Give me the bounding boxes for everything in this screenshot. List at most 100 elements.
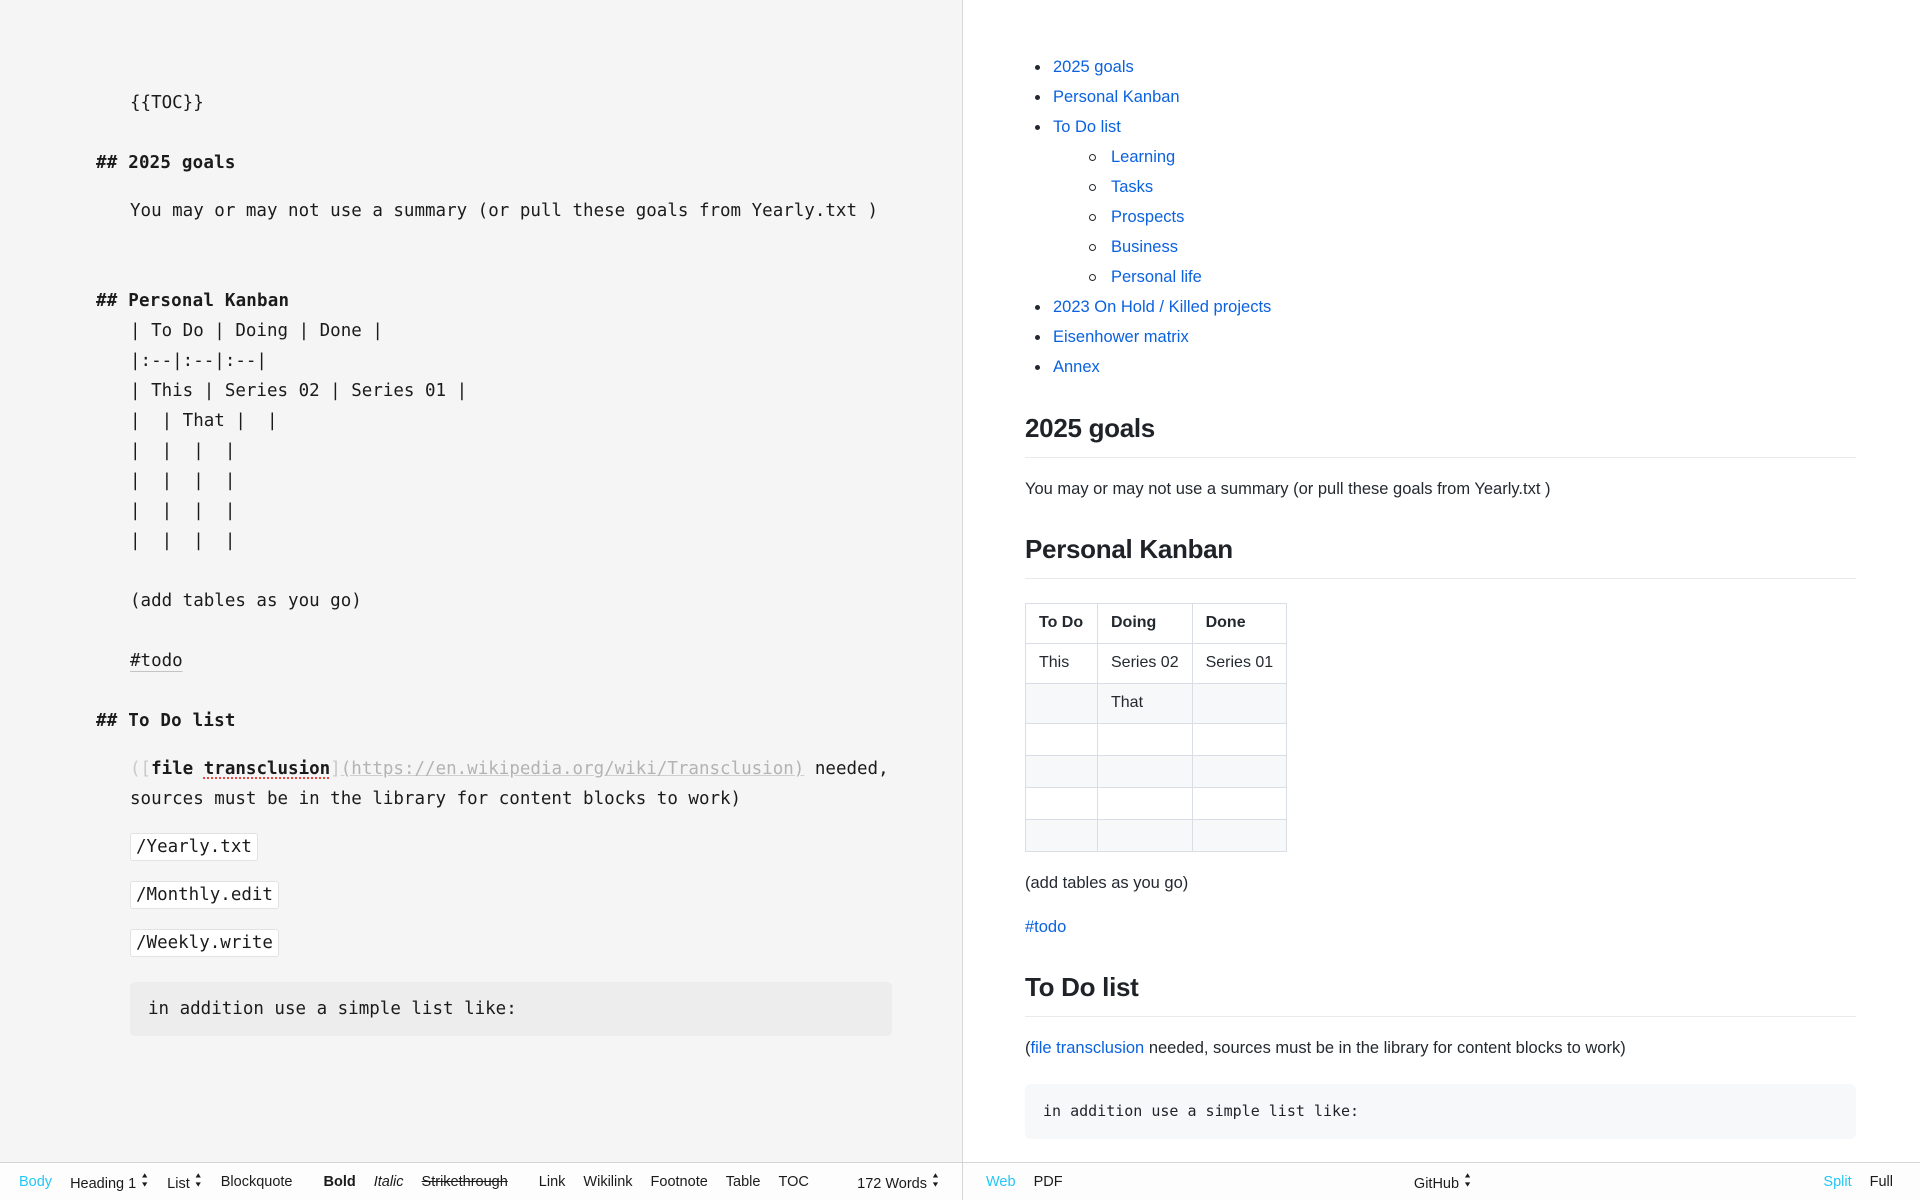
chevron-updown-icon: ▲▼ [931, 1171, 940, 1189]
toolbar-bold-button[interactable]: Bold [315, 1174, 365, 1190]
preview-pdf-button[interactable]: PDF [1025, 1174, 1072, 1190]
toc-link-to-do-list[interactable]: To Do list [1053, 118, 1121, 136]
editor-blank-line [96, 958, 892, 976]
toolbar-table-button[interactable]: Table [717, 1174, 770, 1190]
toc-link-annex[interactable]: Annex [1053, 358, 1100, 376]
toc-link-eisenhower-matrix[interactable]: Eisenhower matrix [1053, 328, 1189, 346]
toolbar-link-button[interactable]: Link [530, 1174, 575, 1190]
toc-link-business[interactable]: Business [1111, 238, 1178, 256]
editor-line-tag-todo[interactable]: #todo [96, 646, 892, 676]
preview-web-button[interactable]: Web [977, 1174, 1025, 1190]
toc-item[interactable]: Personal Kanban [1025, 82, 1856, 112]
editor-code-block[interactable]: in addition use a simple list like: [130, 982, 892, 1036]
word-count-dropdown[interactable]: 172 Words▲▼ [848, 1172, 949, 1192]
editor-toolbar: Body Heading 1▲▼ List▲▼ Blockquote Bold … [0, 1163, 963, 1200]
table-row: This Series 02 Series 01 [1026, 643, 1287, 683]
toolbar-wikilink-button[interactable]: Wikilink [574, 1174, 641, 1190]
editor-blank-line [96, 676, 892, 706]
editor-line-file-weekly[interactable]: /Weekly.write [96, 928, 892, 958]
preview-content: 2025 goals Personal Kanban To Do list Le… [963, 0, 1920, 1162]
editor-blank-line [96, 814, 892, 832]
task-list-item[interactable]: to do [1025, 1159, 1856, 1162]
toc-subitem[interactable]: Personal life [1053, 262, 1856, 292]
editor-blank-line [96, 616, 892, 646]
chevron-updown-icon: ▲▼ [194, 1171, 203, 1189]
editor-line-heading-to-do-list[interactable]: ## To Do list [96, 706, 892, 736]
layout-full-button[interactable]: Full [1861, 1174, 1902, 1190]
toc-item[interactable]: Eisenhower matrix [1025, 322, 1856, 352]
editor-line-heading-personal-kanban[interactable]: ## Personal Kanban [96, 286, 892, 316]
toc-subitem[interactable]: Learning [1053, 142, 1856, 172]
toc-link-tasks[interactable]: Tasks [1111, 178, 1153, 196]
toc-subitem[interactable]: Tasks [1053, 172, 1856, 202]
table-of-contents: 2025 goals Personal Kanban To Do list Le… [1025, 52, 1856, 382]
editor-line-table-row-4[interactable]: | | | | [96, 466, 892, 496]
toolbar-heading-dropdown[interactable]: Heading 1▲▼ [61, 1172, 158, 1192]
editor-line-table-row-1[interactable]: | This | Series 02 | Series 01 | [96, 376, 892, 406]
table-cell [1026, 683, 1098, 723]
toc-link-prospects[interactable]: Prospects [1111, 208, 1184, 226]
table-row [1026, 787, 1287, 819]
toc-link-personal-life[interactable]: Personal life [1111, 268, 1202, 286]
layout-split-button[interactable]: Split [1814, 1174, 1860, 1190]
preview-pane[interactable]: 2025 goals Personal Kanban To Do list Le… [963, 0, 1920, 1162]
table-cell [1192, 723, 1287, 755]
toc-item[interactable]: 2023 On Hold / Killed projects [1025, 292, 1856, 322]
toc-subitem[interactable]: Business [1053, 232, 1856, 262]
table-cell [1026, 755, 1098, 787]
editor-line-table-row-2[interactable]: | | That | | [96, 406, 892, 436]
toolbar-italic-button[interactable]: Italic [365, 1174, 413, 1190]
transclusion-label-misspelled[interactable]: transclusion [204, 759, 330, 779]
preview-heading-to-do-list: To Do list [1025, 967, 1856, 1017]
toc-item[interactable]: Annex [1025, 352, 1856, 382]
editor-line-heading-2025-goals[interactable]: ## 2025 goals [96, 148, 892, 178]
editor-line-table-align[interactable]: |:--|:--|:--| [96, 346, 892, 376]
file-transclusion-link[interactable]: file transclusion [1031, 1039, 1145, 1057]
toolbar-blockquote-button[interactable]: Blockquote [212, 1174, 302, 1190]
status-bar: Body Heading 1▲▼ List▲▼ Blockquote Bold … [0, 1162, 1920, 1200]
transclusion-open-bracket: ([ [130, 759, 151, 779]
editor-line-summary-paragraph[interactable]: You may or may not use a summary (or pul… [96, 196, 892, 226]
table-cell [1098, 755, 1193, 787]
todo-tag-link[interactable]: #todo [1025, 918, 1066, 936]
preview-theme-dropdown[interactable]: GitHub▲▼ [1405, 1172, 1481, 1192]
toolbar-strikethrough-button[interactable]: Strikethrough [413, 1174, 517, 1190]
toolbar-toc-button[interactable]: TOC [769, 1174, 817, 1190]
editor-blank-line [96, 118, 892, 148]
file-transclusion-monthly[interactable]: /Monthly.edit [130, 881, 279, 909]
editor-line-table-row-3[interactable]: | | | | [96, 436, 892, 466]
preview-theme-label: GitHub [1414, 1176, 1459, 1192]
editor-line-file-monthly[interactable]: /Monthly.edit [96, 880, 892, 910]
task-list: to do doing done [1025, 1159, 1856, 1162]
toc-link-2025-goals[interactable]: 2025 goals [1053, 58, 1134, 76]
file-transclusion-weekly[interactable]: /Weekly.write [130, 929, 279, 957]
editor-text-area[interactable]: {{TOC}} ## 2025 goals You may or may not… [0, 0, 962, 1036]
toc-subitem[interactable]: Prospects [1053, 202, 1856, 232]
toc-link-learning[interactable]: Learning [1111, 148, 1175, 166]
todo-tag[interactable]: #todo [130, 651, 183, 671]
toc-link-personal-kanban[interactable]: Personal Kanban [1053, 88, 1180, 106]
editor-line-toc-macro[interactable]: {{TOC}} [96, 88, 892, 118]
editor-line-table-header[interactable]: | To Do | Doing | Done | [96, 316, 892, 346]
editor-blank-line [96, 178, 892, 196]
editor-line-file-yearly[interactable]: /Yearly.txt [96, 832, 892, 862]
transclusion-url[interactable]: (https://en.wikipedia.org/wiki/Transclus… [341, 759, 805, 779]
toc-link-on-hold-killed[interactable]: 2023 On Hold / Killed projects [1053, 298, 1271, 316]
toc-item[interactable]: 2025 goals [1025, 52, 1856, 82]
toolbar-list-label: List [167, 1176, 190, 1192]
editor-line-table-row-6[interactable]: | | | | [96, 526, 892, 556]
toolbar-list-dropdown[interactable]: List▲▼ [158, 1172, 212, 1192]
editor-pane[interactable]: {{TOC}} ## 2025 goals You may or may not… [0, 0, 963, 1162]
table-cell [1026, 787, 1098, 819]
editor-line-add-tables[interactable]: (add tables as you go) [96, 586, 892, 616]
split-panes: {{TOC}} ## 2025 goals You may or may not… [0, 0, 1920, 1162]
toc-item[interactable]: To Do list Learning Tasks Prospects Busi… [1025, 112, 1856, 292]
editor-line-transclusion[interactable]: ([file transclusion](https://en.wikipedi… [96, 754, 892, 814]
toolbar-footnote-button[interactable]: Footnote [642, 1174, 717, 1190]
transclusion-label-prefix: file [151, 759, 204, 779]
editor-blank-line [96, 226, 892, 256]
editor-line-table-row-5[interactable]: | | | | [96, 496, 892, 526]
toc-sublist: Learning Tasks Prospects Business Person… [1053, 142, 1856, 292]
file-transclusion-yearly[interactable]: /Yearly.txt [130, 833, 258, 861]
toolbar-body-button[interactable]: Body [10, 1174, 61, 1190]
